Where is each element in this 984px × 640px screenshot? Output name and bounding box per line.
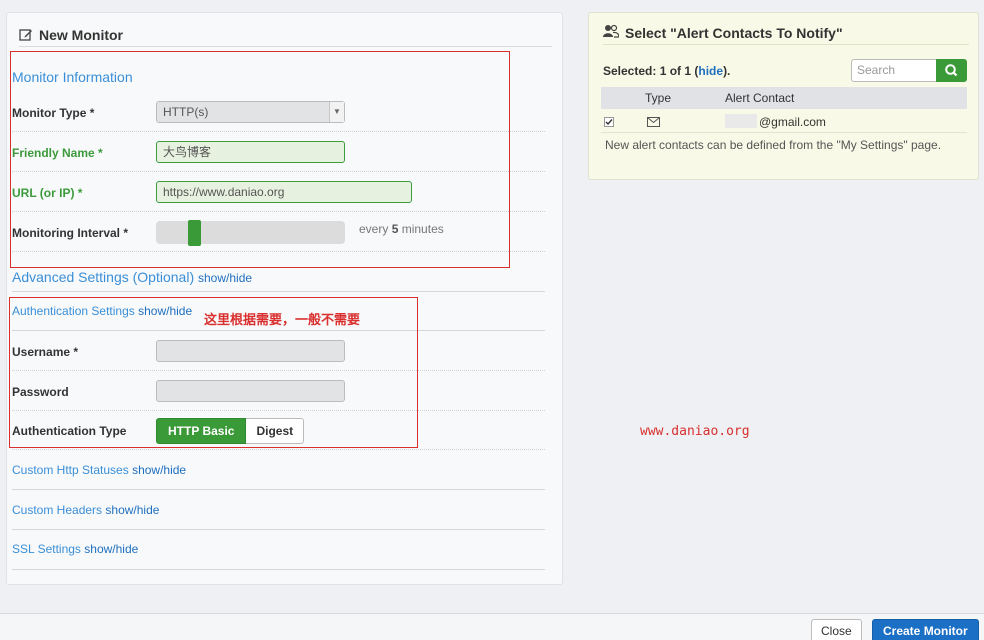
selected-prefix: Selected: <box>603 64 657 78</box>
ssl-settings-text[interactable]: SSL Settings show/hide <box>12 542 138 556</box>
custom-http-statuses-text[interactable]: Custom Http Statuses show/hide <box>12 463 186 477</box>
envelope-icon <box>647 116 660 130</box>
close-button[interactable]: Close <box>811 619 862 640</box>
edit-icon <box>19 28 33 42</box>
highlight-box-monitor-info <box>10 51 510 268</box>
ssl-settings-row: SSL Settings show/hide <box>12 530 545 570</box>
search-icon <box>936 64 967 85</box>
advanced-settings-toggle[interactable]: show/hide <box>198 271 252 285</box>
custom-headers-title: Custom Headers <box>12 503 103 517</box>
ssl-settings-toggle[interactable]: show/hide <box>84 542 138 556</box>
col-alert-contact: Alert Contact <box>725 91 795 105</box>
custom-headers-row: Custom Headers show/hide <box>12 490 545 530</box>
annotation-text: 这里根据需要，一般不需要 <box>204 313 361 328</box>
custom-headers-text[interactable]: Custom Headers show/hide <box>12 503 159 517</box>
search-input[interactable]: Search <box>851 59 937 82</box>
advanced-settings-text[interactable]: Advanced Settings (Optional) show/hide <box>12 269 252 285</box>
contact-email: @gmail.com <box>759 115 826 129</box>
advanced-settings-row: Advanced Settings (Optional) show/hide <box>12 252 545 292</box>
contact-checkbox[interactable] <box>604 116 614 130</box>
alert-contacts-note: New alert contacts can be defined from t… <box>605 138 942 152</box>
panel-title: New Monitor <box>39 26 123 43</box>
panel-header: New Monitor <box>19 23 552 47</box>
ssl-settings-title: SSL Settings <box>12 542 81 556</box>
contact-row[interactable]: @gmail.com <box>601 110 967 133</box>
contact-redacted <box>725 114 757 128</box>
watermark-text: www.daniao.org <box>640 424 750 439</box>
create-monitor-button[interactable]: Create Monitor <box>872 619 979 640</box>
alert-contacts-header: Select "Alert Contacts To Notify" <box>603 21 969 45</box>
search-button[interactable] <box>936 59 967 82</box>
alert-contacts-title: Select "Alert Contacts To Notify" <box>625 24 843 41</box>
selected-count: 1 of 1 <box>659 64 692 78</box>
alert-contacts-panel: Select "Alert Contacts To Notify" Select… <box>588 12 979 180</box>
custom-http-statuses-toggle[interactable]: show/hide <box>132 463 186 477</box>
custom-http-statuses-row: Custom Http Statuses show/hide <box>12 450 545 490</box>
hide-link[interactable]: hide <box>698 64 723 78</box>
contacts-table-header: Type Alert Contact <box>601 87 967 109</box>
custom-http-statuses-title: Custom Http Statuses <box>12 463 129 477</box>
users-icon <box>603 24 620 41</box>
custom-headers-toggle[interactable]: show/hide <box>105 503 159 517</box>
col-type: Type <box>645 91 672 105</box>
selected-count-text: Selected: 1 of 1 (hide). <box>603 64 731 78</box>
search-placeholder: Search <box>857 63 896 77</box>
advanced-settings-title: Advanced Settings (Optional) <box>12 269 195 285</box>
